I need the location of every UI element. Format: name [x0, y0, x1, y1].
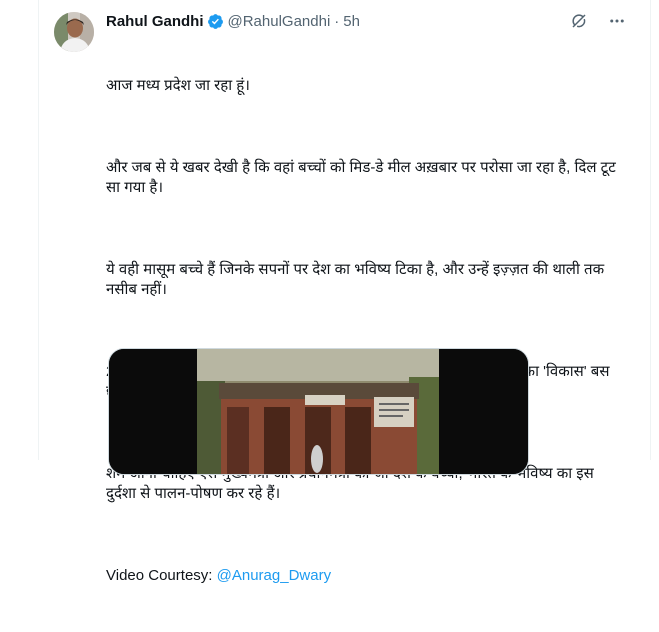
video-courtesy: Video Courtesy: @Anurag_Dwary: [106, 566, 626, 586]
video-thumbnail: [109, 349, 528, 474]
author-name[interactable]: Rahul Gandhi: [106, 13, 204, 30]
tweet: Rahul Gandhi @RahulGandhi · 5h आज मध्य प…: [106, 10, 626, 632]
tweet-paragraph: और जब से ये खबर देखी है कि वहां बच्चों क…: [106, 159, 620, 196]
tweet-header: Rahul Gandhi @RahulGandhi · 5h: [106, 10, 626, 32]
avatar-photo: [54, 12, 94, 52]
grok-icon[interactable]: [570, 12, 588, 30]
avatar[interactable]: [54, 12, 94, 52]
more-options-icon[interactable]: [608, 12, 626, 30]
header-separator: ·: [334, 12, 340, 30]
video-courtesy-label: Video Courtesy:: [106, 567, 217, 584]
author-handle[interactable]: @RahulGandhi: [228, 13, 331, 30]
tweet-paragraph: आज मध्य प्रदेश जा रहा हूं।: [106, 77, 250, 94]
tweet-timestamp[interactable]: 5h: [343, 13, 360, 30]
verified-badge-icon: [207, 13, 223, 29]
tweet-paragraph: ये वही मासूम बच्चे हैं जिनके सपनों पर दे…: [106, 261, 609, 298]
header-actions: [570, 12, 626, 30]
tweet-text: आज मध्य प्रदेश जा रहा हूं। और जब से ये ख…: [106, 36, 626, 632]
courtesy-mention-link[interactable]: @Anurag_Dwary: [217, 567, 331, 584]
video-media[interactable]: [108, 348, 529, 475]
